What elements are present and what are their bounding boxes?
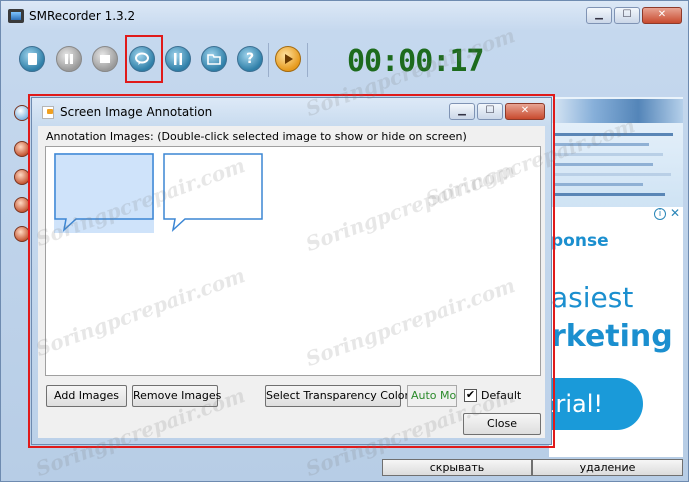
dialog-body: Annotation Images: (Double-click selecte…	[38, 126, 545, 438]
dialog-title-bar: Screen Image Annotation ▁ ☐ ✕	[32, 98, 551, 126]
close-button[interactable]: ✕	[642, 7, 682, 24]
dialog-window-controls: ▁ ☐ ✕	[449, 103, 545, 120]
hide-button[interactable]: скрывать	[382, 459, 532, 476]
title-bar: SMRecorder 1.3.2 ▁ ☐ ✕	[1, 1, 688, 31]
delete-button[interactable]: удаление	[532, 459, 683, 476]
window-controls: ▁ ☐ ✕	[586, 7, 682, 24]
ad-text-3: rketing	[551, 319, 673, 354]
add-images-button[interactable]: Add Images	[46, 385, 127, 407]
help-icon[interactable]: ?	[237, 46, 263, 72]
web-preview: i ✕ ponse asiest rketing y trial!	[549, 97, 683, 457]
ad-cta-button[interactable]: y trial!	[549, 378, 643, 430]
stop-icon[interactable]	[92, 46, 118, 72]
ad-text-1: ponse	[551, 231, 609, 251]
close-dialog-button[interactable]: Close	[463, 413, 541, 435]
close-icon[interactable]: ✕	[669, 207, 681, 220]
toolbar: ?	[19, 41, 319, 79]
app-title: SMRecorder 1.3.2	[29, 9, 136, 23]
dialog-icon	[42, 106, 54, 119]
remove-images-button[interactable]: Remove Images	[132, 385, 221, 407]
recording-timer: 00:00:17	[347, 44, 484, 79]
select-transparency-color-button[interactable]: Select Transparency Color	[265, 385, 409, 407]
file-icon[interactable]	[19, 46, 45, 72]
annotation-image-selected[interactable]	[54, 153, 154, 233]
minimize-button[interactable]: ▁	[586, 7, 612, 24]
highlight-frame	[125, 35, 163, 83]
toolbar-separator	[268, 43, 269, 77]
screenshot-thumbnail	[549, 97, 683, 207]
info-icon[interactable]: i	[654, 208, 666, 220]
default-checkbox[interactable]: ✔	[464, 389, 477, 402]
pause-icon[interactable]	[56, 46, 82, 72]
dialog-minimize-button[interactable]: ▁	[449, 103, 475, 120]
auto-mode-field[interactable]: Auto Mod	[407, 385, 457, 407]
app-icon	[8, 9, 24, 23]
annotation-images-label: Annotation Images: (Double-click selecte…	[46, 130, 467, 143]
annotation-dialog: Screen Image Annotation ▁ ☐ ✕ Annotation…	[31, 97, 552, 445]
play-icon[interactable]	[275, 46, 301, 72]
default-checkbox-label: Default	[481, 389, 522, 402]
tools-icon[interactable]	[165, 46, 191, 72]
ad-text-2: asiest	[551, 281, 634, 314]
maximize-button[interactable]: ☐	[614, 7, 640, 24]
dialog-title: Screen Image Annotation	[60, 105, 213, 119]
bottom-buttons: скрывать удаление	[382, 459, 683, 476]
annotation-images-list[interactable]	[45, 146, 541, 376]
toolbar-separator	[307, 43, 308, 77]
dialog-maximize-button[interactable]: ☐	[477, 103, 503, 120]
dialog-close-button[interactable]: ✕	[505, 103, 545, 120]
folder-icon[interactable]	[201, 46, 227, 72]
annotation-image[interactable]	[163, 153, 263, 233]
ad-controls: i ✕	[654, 207, 681, 220]
